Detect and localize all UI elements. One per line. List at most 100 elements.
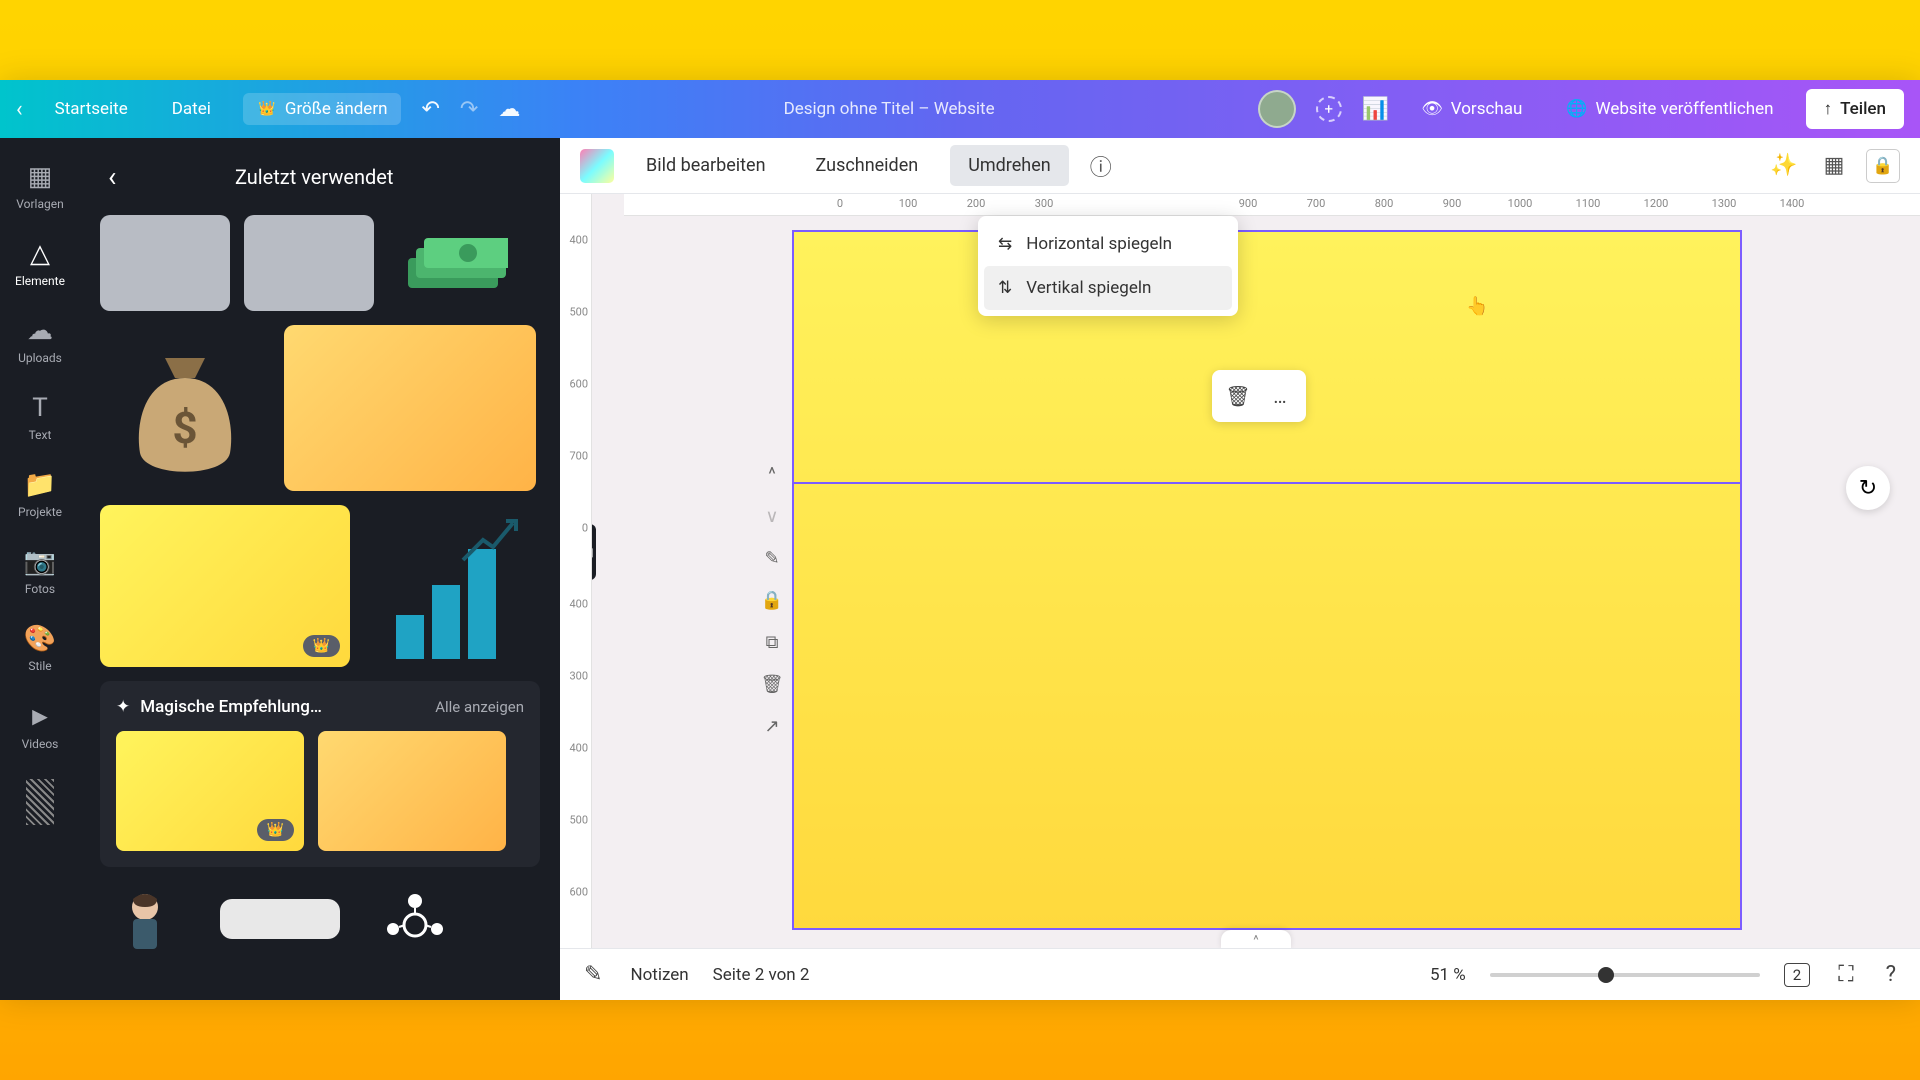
money-stack-icon	[398, 228, 508, 298]
color-picker[interactable]	[580, 149, 614, 183]
rail-elements[interactable]: △Elemente	[0, 225, 80, 302]
person-icon	[115, 889, 175, 949]
trash-button[interactable]: 🗑	[1220, 378, 1256, 414]
uploads-icon: ☁	[27, 316, 53, 346]
preview-label: Vorschau	[1451, 99, 1523, 119]
thumb-gray-2[interactable]	[244, 215, 374, 311]
help-icon[interactable]: ?	[1882, 958, 1900, 991]
rail-more[interactable]	[0, 765, 80, 839]
publish-label: Website veröffentlichen	[1596, 99, 1774, 119]
svg-text:$: $	[172, 402, 197, 454]
rail-styles[interactable]: 🎨Stile	[0, 610, 80, 687]
money-bag-icon: $	[115, 333, 255, 483]
rail-templates[interactable]: ▦Vorlagen	[0, 148, 80, 225]
zoom-level[interactable]: 51 %	[1430, 965, 1466, 985]
show-all-link[interactable]: Alle anzeigen	[435, 698, 524, 716]
globe-icon: 🌐	[1566, 99, 1587, 119]
flip-button[interactable]: Umdrehen	[950, 145, 1069, 186]
cloud-sync-icon[interactable]: ☁	[498, 97, 520, 122]
sparkle-icon: ✦	[116, 697, 130, 717]
rail-text[interactable]: TText	[0, 379, 80, 456]
rail-photos[interactable]: 📷Fotos	[0, 533, 80, 610]
magic-thumb-2[interactable]	[318, 731, 506, 851]
thumb-person[interactable]	[100, 889, 190, 949]
rail-videos[interactable]: ►Videos	[0, 687, 80, 765]
thumb-money-bag[interactable]: $	[100, 325, 270, 491]
premium-badge: 👑	[303, 635, 340, 657]
chart-bar	[396, 615, 424, 659]
move-up-button[interactable]: ^	[758, 460, 786, 488]
collapse-panel-button[interactable]: ◀	[592, 524, 596, 580]
page-indicator[interactable]: Seite 2 von 2	[713, 965, 810, 985]
more-button[interactable]: …	[1262, 378, 1298, 414]
chart-bar	[468, 549, 496, 659]
delete-icon[interactable]: 🗑	[758, 670, 786, 698]
redo-icon[interactable]: ↷	[460, 97, 478, 122]
notes-button[interactable]: Notizen	[630, 965, 688, 985]
left-rail: ▦Vorlagen △Elemente ☁Uploads TText 📁Proj…	[0, 138, 80, 1000]
move-down-button[interactable]: ∨	[758, 502, 786, 530]
regenerate-button[interactable]: ↻	[1846, 466, 1890, 510]
publish-button[interactable]: 🌐 Website veröffentlichen	[1554, 93, 1785, 125]
resize-button[interactable]: 👑 Größe ändern	[243, 93, 402, 125]
share-button[interactable]: ↑ Teilen	[1806, 89, 1904, 129]
flip-dropdown: ⇆ Horizontal spiegeln ⇅ Vertikal spiegel…	[978, 216, 1238, 316]
styles-icon: 🎨	[24, 624, 56, 654]
magic-thumb-1[interactable]: 👑	[116, 731, 304, 851]
photos-icon: 📷	[24, 547, 56, 577]
flip-vertical-icon: ⇅	[998, 278, 1012, 298]
thumb-gray-1[interactable]	[100, 215, 230, 311]
panel-title: Zuletzt verwendet	[140, 165, 488, 189]
magic-icon[interactable]: ✨	[1766, 148, 1802, 184]
info-icon[interactable]: ⓘ	[1083, 148, 1119, 184]
horizontal-ruler: 0 100 200 300 900 700 800 900 1000 1100 …	[624, 194, 1920, 216]
transparency-icon[interactable]: ▦	[1816, 148, 1852, 184]
home-button[interactable]: Startseite	[43, 93, 140, 125]
edit-image-button[interactable]: Bild bearbeiten	[628, 145, 784, 186]
crown-icon: 👑	[257, 99, 277, 119]
rail-uploads[interactable]: ☁Uploads	[0, 302, 80, 379]
lock-icon[interactable]: 🔒	[758, 586, 786, 614]
flip-horizontal-item[interactable]: ⇆ Horizontal spiegeln	[984, 222, 1232, 266]
thumb-money-stack[interactable]	[388, 215, 518, 311]
gear-network-icon	[375, 889, 455, 949]
eye-icon: 👁	[1421, 99, 1443, 119]
share-icon: ↑	[1824, 99, 1833, 119]
avatar[interactable]	[1258, 90, 1296, 128]
elements-icon: △	[30, 239, 50, 269]
back-icon[interactable]: ‹	[16, 97, 23, 122]
preview-button[interactable]: 👁 Vorschau	[1409, 93, 1534, 125]
thumb-yellow-gradient[interactable]: 👑	[100, 505, 350, 667]
lock-button[interactable]: 🔒	[1866, 149, 1900, 183]
thumb-bar-chart[interactable]	[364, 505, 528, 667]
templates-icon: ▦	[28, 162, 53, 192]
premium-badge: 👑	[257, 819, 294, 841]
document-title[interactable]: Design ohne Titel – Website	[784, 99, 995, 119]
thumb-shape[interactable]	[220, 899, 340, 939]
thumb-orange-gradient[interactable]	[284, 325, 536, 491]
expand-tab[interactable]: ^	[1221, 930, 1291, 948]
duplicate-icon[interactable]: ⧉	[758, 628, 786, 656]
fullscreen-icon[interactable]: ⛶	[1834, 958, 1857, 991]
comment-icon[interactable]: ✎	[758, 544, 786, 572]
share-label: Teilen	[1840, 99, 1886, 119]
vertical-ruler: 400 500 600 700 0 400 300 400 500 600	[560, 194, 592, 948]
export-icon[interactable]: ↗	[758, 712, 786, 740]
page-badge[interactable]: 2	[1784, 963, 1810, 987]
zoom-thumb[interactable]	[1598, 967, 1614, 983]
flip-vertical-item[interactable]: ⇅ Vertikal spiegeln	[984, 266, 1232, 310]
notes-icon[interactable]: ✎	[580, 958, 606, 991]
flip-horizontal-label: Horizontal spiegeln	[1026, 234, 1172, 254]
analytics-icon[interactable]: 📊	[1362, 97, 1389, 122]
chart-arrow-icon	[458, 515, 518, 565]
add-member-button[interactable]: +	[1316, 96, 1342, 122]
undo-icon[interactable]: ↶	[421, 97, 439, 122]
text-icon: T	[32, 393, 48, 423]
videos-icon: ►	[27, 701, 53, 732]
zoom-slider[interactable]	[1490, 973, 1760, 977]
thumb-gear-network[interactable]	[370, 889, 460, 949]
file-button[interactable]: Datei	[160, 93, 223, 125]
crop-button[interactable]: Zuschneiden	[798, 145, 937, 186]
panel-back-button[interactable]: ‹	[100, 156, 124, 197]
rail-projects[interactable]: 📁Projekte	[0, 456, 80, 533]
